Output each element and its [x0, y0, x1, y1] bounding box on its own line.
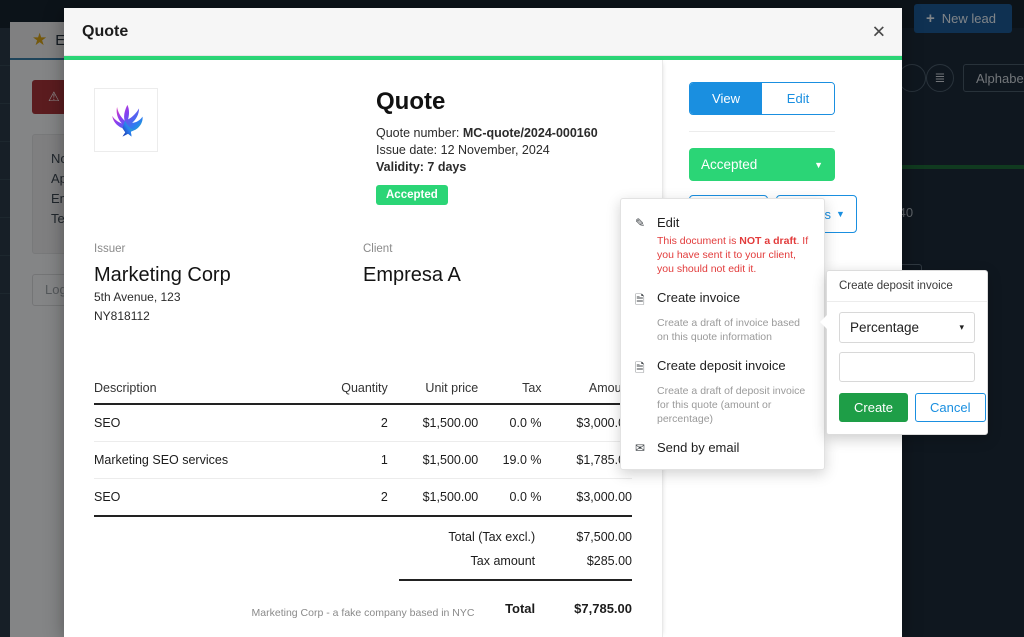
document-footer: Marketing Corp - a fake company based in… [64, 607, 662, 619]
col-quantity: Quantity [312, 381, 388, 404]
client-name: Empresa A [363, 264, 632, 287]
issuer-label: Issuer [94, 243, 363, 255]
line-items-table: Description Quantity Unit price Tax Amou… [94, 381, 632, 517]
menu-item-label: Send by email [657, 440, 739, 455]
issuer-address-line1: 5th Avenue, 123 [94, 289, 363, 306]
issuer-name: Marketing Corp [94, 264, 363, 287]
client-label: Client [363, 243, 632, 255]
create-deposit-invoice-popover: Create deposit invoice Percentage ▾ Crea… [826, 270, 988, 435]
table-row: SEO 2 $1,500.00 0.0 % $3,000.00 [94, 404, 632, 442]
cancel-button[interactable]: Cancel [915, 393, 985, 422]
modal-title: Quote [82, 23, 128, 41]
issue-date-value: 12 November, 2024 [441, 143, 550, 157]
status-select[interactable]: Accepted ▼ [689, 148, 835, 181]
cell-quantity: 1 [312, 442, 388, 479]
menu-item-create-deposit-invoice-desc: Create a draft of deposit invoice for th… [621, 382, 824, 434]
deposit-amount-input[interactable] [839, 352, 975, 382]
quote-number-value: MC-quote/2024-000160 [463, 126, 598, 140]
menu-item-send-by-email[interactable]: ✉ Send by email [621, 434, 824, 457]
validity-label: Validity: [376, 160, 424, 174]
cell-amount: $1,785.00 [542, 442, 632, 479]
warning-bold: NOT a draft [739, 235, 796, 247]
document-title-block: Quote Quote number: MC-quote/2024-000160… [376, 88, 598, 205]
totals-table: Total (Tax excl.) $7,500.00 Tax amount $… [94, 525, 632, 573]
cell-amount: $3,000.00 [542, 404, 632, 442]
cell-amount: $3,000.00 [542, 479, 632, 517]
tab-edit[interactable]: Edit [762, 83, 834, 114]
company-logo [94, 88, 158, 152]
col-unit-price: Unit price [388, 381, 478, 404]
envelope-icon: ✉ [635, 440, 648, 455]
table-row: Marketing SEO services 1 $1,500.00 19.0 … [94, 442, 632, 479]
popover-buttons: Create Cancel [839, 393, 975, 422]
warning-prefix: This document is [657, 235, 739, 247]
col-description: Description [94, 381, 312, 404]
popover-body: Percentage ▾ Create Cancel [827, 302, 987, 434]
totals-divider [399, 579, 632, 581]
actions-dropdown-menu: ✎ Edit This document is NOT a draft. If … [620, 198, 825, 470]
cell-unit-price: $1,500.00 [388, 479, 478, 517]
subtotal-row: Total (Tax excl.) $7,500.00 [94, 525, 632, 549]
menu-item-label: Edit [657, 215, 679, 230]
issue-date-line: Issue date: 12 November, 2024 [376, 142, 598, 159]
validity-value: 7 days [427, 160, 466, 174]
status-badge: Accepted [376, 185, 448, 205]
cell-quantity: 2 [312, 404, 388, 442]
tab-view[interactable]: View [690, 83, 762, 114]
cell-tax: 0.0 % [478, 404, 541, 442]
modal-header: Quote ✕ [64, 8, 902, 56]
menu-item-edit-warning: This document is NOT a draft. If you hav… [621, 232, 824, 284]
issue-date-label: Issue date: [376, 143, 437, 157]
popover-title: Create deposit invoice [827, 271, 987, 302]
close-icon[interactable]: ✕ [872, 23, 886, 40]
cell-description: SEO [94, 404, 312, 442]
table-header-row: Description Quantity Unit price Tax Amou… [94, 381, 632, 404]
cell-tax: 0.0 % [478, 479, 541, 517]
tax-row: Tax amount $285.00 [94, 549, 632, 573]
invoice-icon: 🗎 [635, 358, 648, 380]
validity-line: Validity: 7 days [376, 159, 598, 176]
col-tax: Tax [478, 381, 541, 404]
subtotal-label: Total (Tax excl.) [94, 525, 535, 549]
quote-number-line: Quote number: MC-quote/2024-000160 [376, 125, 598, 142]
parties-section: Issuer Marketing Corp 5th Avenue, 123 NY… [94, 243, 632, 325]
deposit-type-value: Percentage [850, 320, 919, 335]
menu-item-edit[interactable]: ✎ Edit [621, 209, 824, 232]
table-row: SEO 2 $1,500.00 0.0 % $3,000.00 [94, 479, 632, 517]
tax-label: Tax amount [94, 549, 535, 573]
issuer-block: Issuer Marketing Corp 5th Avenue, 123 NY… [94, 243, 363, 325]
deposit-type-select[interactable]: Percentage ▾ [839, 312, 975, 343]
cell-description: Marketing SEO services [94, 442, 312, 479]
client-block: Client Empresa A [363, 243, 632, 325]
cell-unit-price: $1,500.00 [388, 404, 478, 442]
document-header: Quote Quote number: MC-quote/2024-000160… [94, 88, 632, 205]
hummingbird-logo-icon [104, 98, 148, 142]
menu-item-label: Create deposit invoice [657, 358, 786, 380]
document-heading: Quote [376, 88, 598, 116]
chevron-down-icon: ▼ [814, 160, 823, 170]
cell-tax: 19.0 % [478, 442, 541, 479]
edit-icon: ✎ [635, 215, 648, 230]
menu-item-create-invoice[interactable]: 🗎 Create invoice [621, 284, 824, 314]
col-amount: Amount [542, 381, 632, 404]
quote-document-panel: Quote Quote number: MC-quote/2024-000160… [64, 60, 663, 637]
status-select-value: Accepted [701, 157, 757, 172]
menu-item-create-invoice-desc: Create a draft of invoice based on this … [621, 314, 824, 352]
subtotal-value: $7,500.00 [535, 525, 632, 549]
tax-value: $285.00 [535, 549, 632, 573]
quote-number-label: Quote number: [376, 126, 459, 140]
chevron-down-icon: ▾ [959, 322, 964, 333]
view-edit-toggle[interactable]: View Edit [689, 82, 835, 115]
menu-item-create-deposit-invoice[interactable]: 🗎 Create deposit invoice [621, 352, 824, 382]
menu-item-label: Create invoice [657, 290, 740, 312]
chevron-down-icon: ▼ [836, 209, 845, 219]
quote-document: Quote Quote number: MC-quote/2024-000160… [64, 60, 662, 621]
cell-unit-price: $1,500.00 [388, 442, 478, 479]
issuer-address-line2: NY818112 [94, 308, 363, 325]
side-divider [689, 131, 835, 132]
cell-description: SEO [94, 479, 312, 517]
invoice-icon: 🗎 [635, 290, 648, 312]
create-button[interactable]: Create [839, 393, 908, 422]
cell-quantity: 2 [312, 479, 388, 517]
